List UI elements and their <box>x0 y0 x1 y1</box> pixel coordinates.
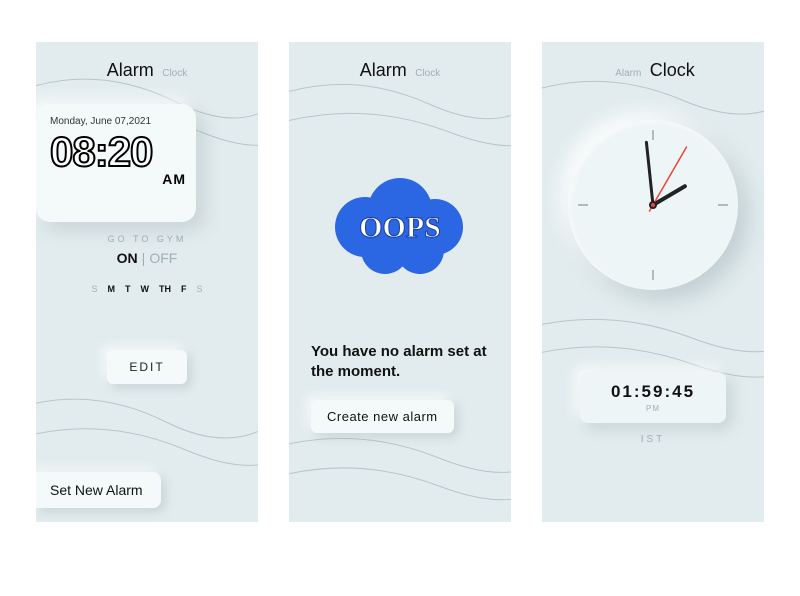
edit-button[interactable]: EDIT <box>107 350 186 384</box>
header: Alarm Clock <box>36 42 258 81</box>
day-tue[interactable]: T <box>125 284 131 294</box>
tab-clock[interactable]: Clock <box>650 60 695 80</box>
alarm-empty-screen: Alarm Clock OOPS You have no alarm set a… <box>289 42 511 522</box>
oops-text: OOPS <box>359 211 441 244</box>
header: Alarm Clock <box>289 42 511 81</box>
digital-time: 01:59:45 <box>580 382 726 402</box>
second-hand <box>650 147 687 211</box>
alarm-date: Monday, June 07,2021 <box>50 116 186 127</box>
toggle-off[interactable]: OFF <box>149 250 177 266</box>
empty-message: You have no alarm set at the moment. <box>311 342 489 383</box>
weekday-picker[interactable]: S M T W TH F S <box>36 284 258 294</box>
alarm-time-card[interactable]: Monday, June 07,2021 08:20 AM <box>36 104 196 222</box>
tab-clock[interactable]: Clock <box>162 68 187 79</box>
day-fri[interactable]: F <box>181 284 187 294</box>
set-new-alarm-button[interactable]: Set New Alarm <box>36 472 161 508</box>
clock-screen: Alarm Clock 01:59:45 PM IST <box>542 42 764 522</box>
alarm-name-label: GO TO GYM <box>36 234 258 244</box>
day-wed[interactable]: W <box>141 284 150 294</box>
day-mon[interactable]: M <box>108 284 116 294</box>
tab-alarm[interactable]: Alarm <box>615 68 641 79</box>
oops-cloud: OOPS <box>289 172 511 287</box>
alarm-toggle[interactable]: ON|OFF <box>36 250 258 268</box>
tab-alarm[interactable]: Alarm <box>360 60 407 80</box>
create-alarm-button[interactable]: Create new alarm <box>311 400 454 433</box>
header: Alarm Clock <box>542 42 764 81</box>
toggle-on[interactable]: ON <box>117 250 138 266</box>
toggle-separator: | <box>138 250 150 266</box>
timezone-label: IST <box>542 434 764 445</box>
day-sun[interactable]: S <box>91 284 97 294</box>
tab-alarm[interactable]: Alarm <box>107 60 154 80</box>
digital-clock: 01:59:45 PM <box>580 372 726 423</box>
analog-clock <box>568 120 738 290</box>
alarm-detail-screen: Alarm Clock Monday, June 07,2021 08:20 A… <box>36 42 258 522</box>
minute-hand <box>646 142 653 205</box>
tab-clock[interactable]: Clock <box>415 68 440 79</box>
alarm-meridiem: AM <box>162 171 186 187</box>
day-sat[interactable]: S <box>197 284 203 294</box>
day-thu[interactable]: TH <box>159 284 171 294</box>
digital-meridiem: PM <box>580 404 726 413</box>
alarm-time: 08:20 <box>50 131 152 173</box>
